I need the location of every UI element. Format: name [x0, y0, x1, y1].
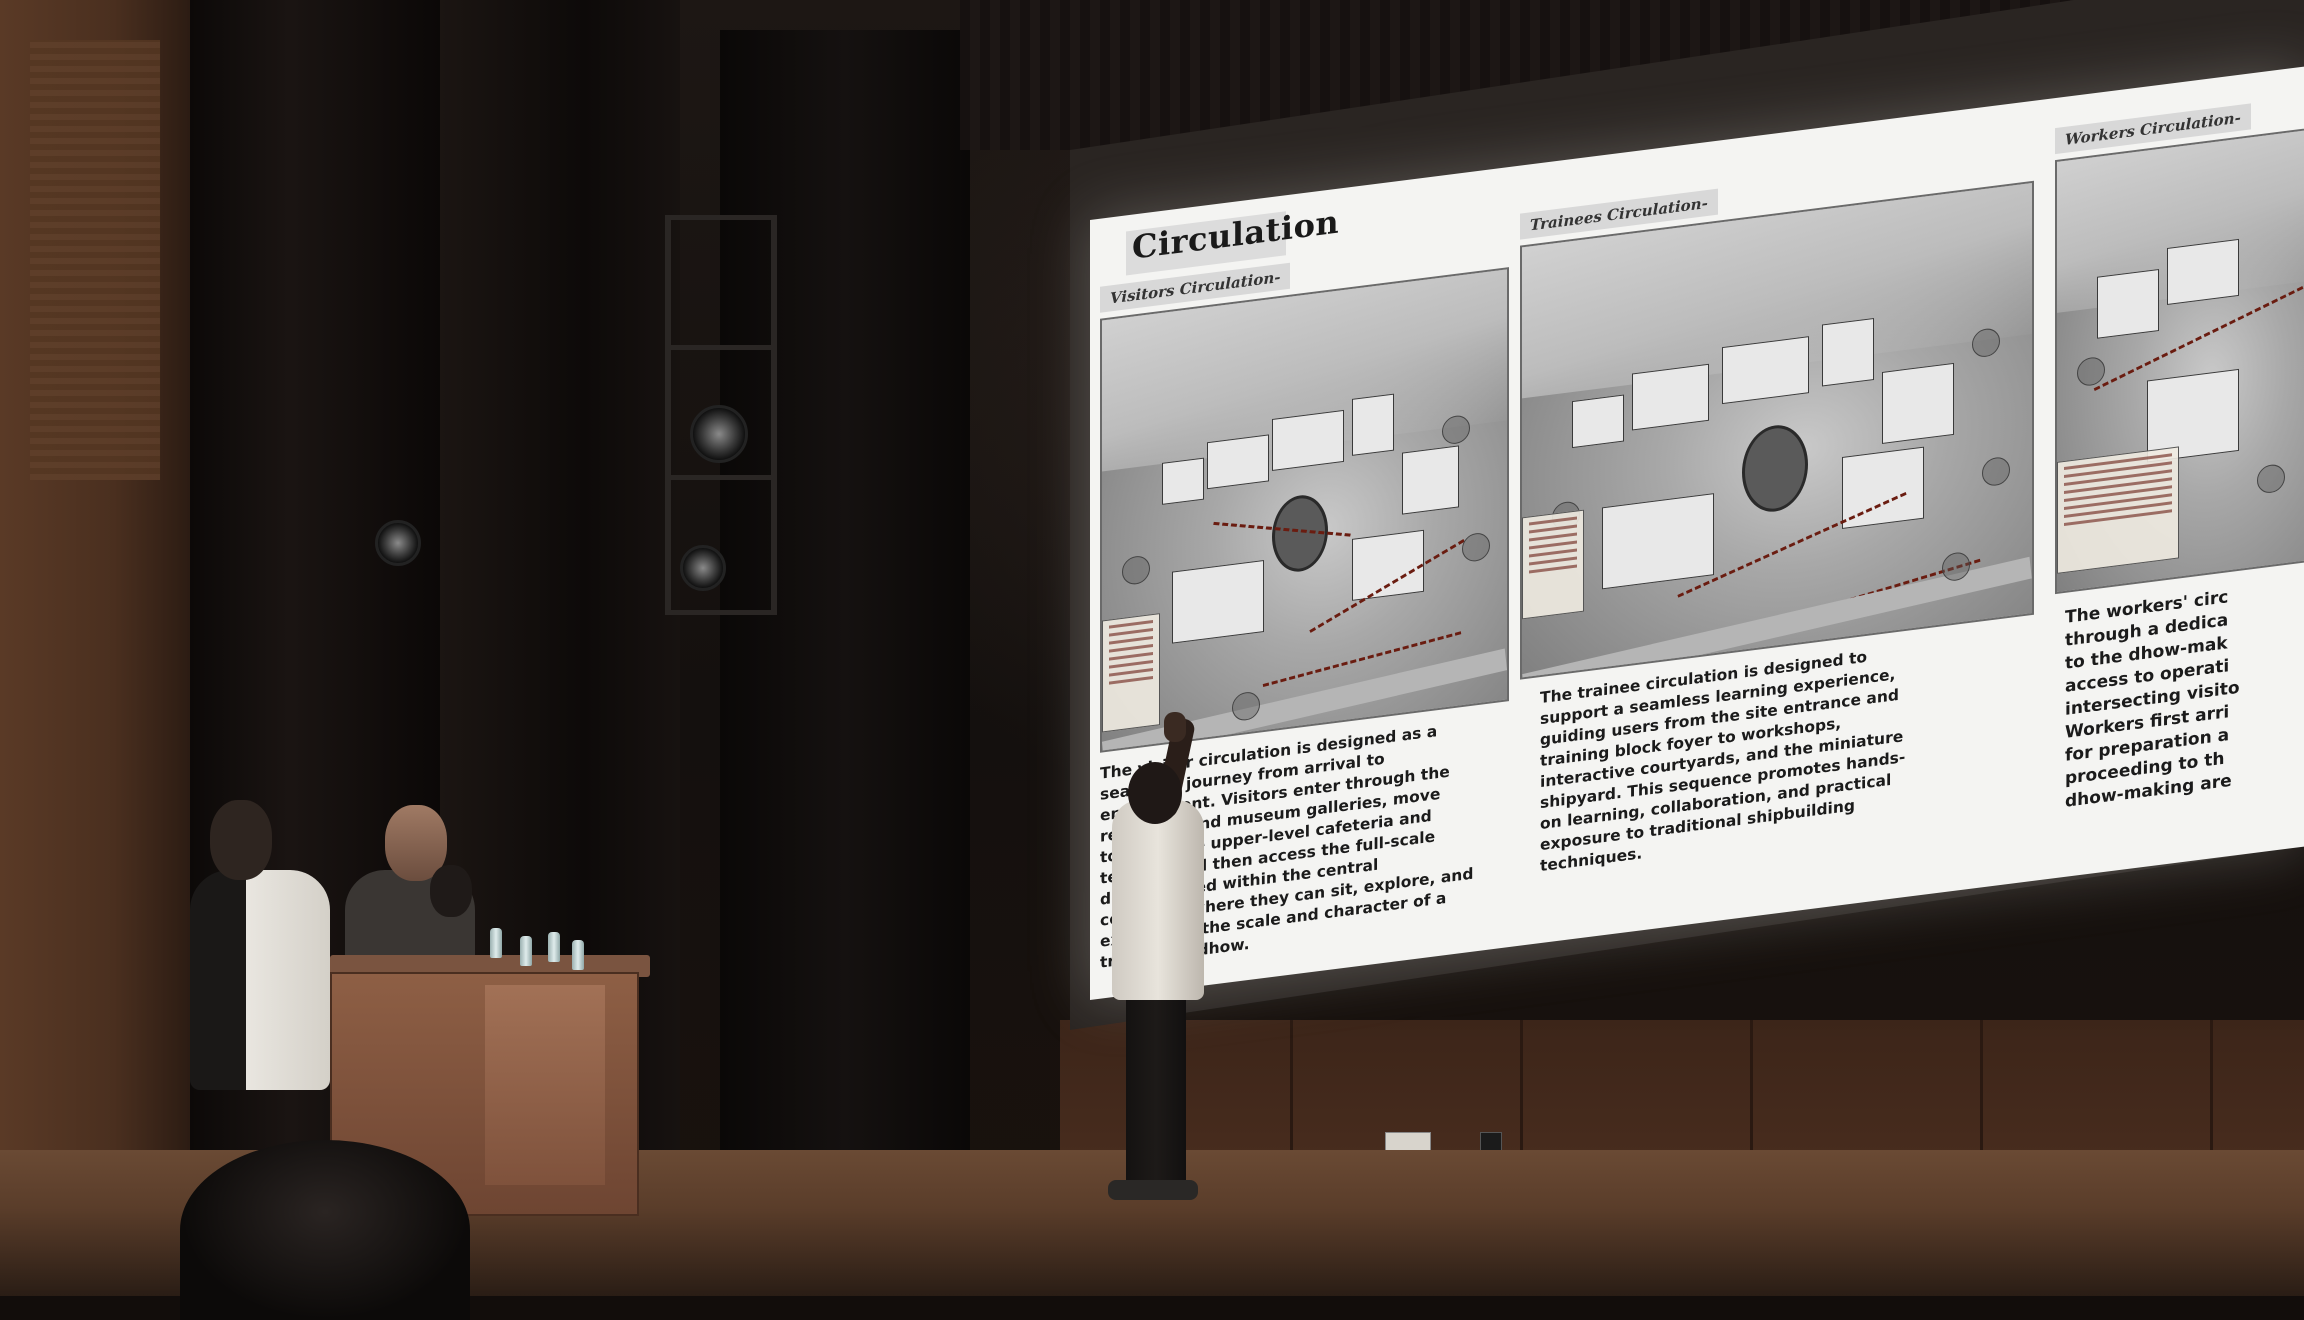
presenter	[1112, 800, 1204, 1000]
spotlight-icon	[690, 405, 748, 463]
jury-desk-panel	[485, 985, 605, 1185]
site-plan-visitors	[1100, 267, 1509, 753]
audience-head	[180, 1140, 470, 1320]
spotlight-icon	[375, 520, 421, 566]
site-plan-trainees	[1520, 180, 2034, 680]
presenter-shoes	[1108, 1180, 1198, 1200]
presenter-head	[1128, 762, 1182, 824]
water-bottle	[572, 940, 584, 970]
jury-member-head	[210, 800, 272, 880]
water-bottle	[548, 932, 560, 962]
water-bottle	[490, 928, 502, 958]
projected-slide: Circulation Visitors Circulation- The vi…	[1090, 66, 2304, 1001]
site-plan-workers	[2055, 124, 2304, 595]
water-bottle	[520, 936, 532, 966]
jury-member-head	[430, 865, 472, 917]
spotlight-icon	[680, 545, 726, 591]
presenter-legs	[1126, 990, 1186, 1190]
jury-member	[190, 870, 330, 1090]
presenter-hand	[1164, 712, 1186, 742]
panel-text-workers: The workers' circ through a dedica to th…	[2065, 587, 2240, 812]
acoustic-panel	[30, 40, 160, 480]
